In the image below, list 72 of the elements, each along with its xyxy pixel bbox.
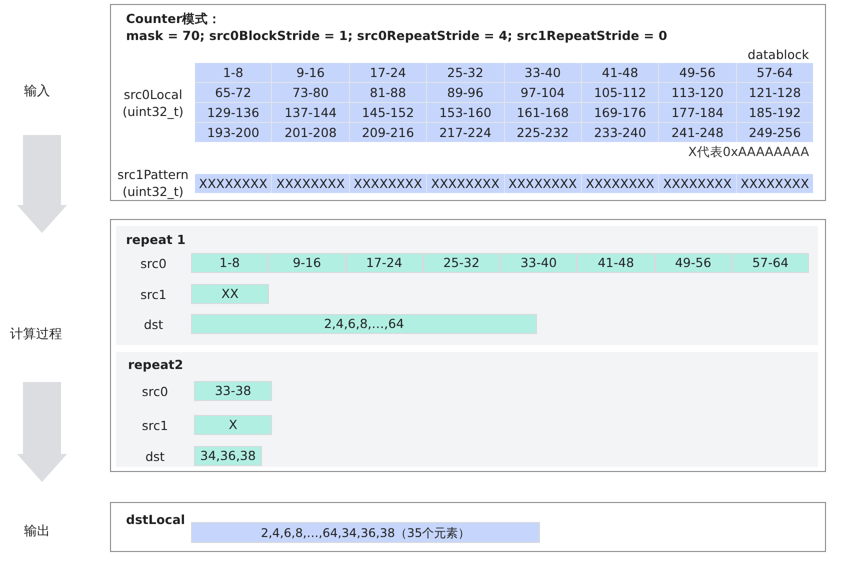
output-title: dstLocal xyxy=(126,511,186,528)
table-cell: 113-120 xyxy=(659,83,736,102)
tensor-label: src0Local (uint32_t) xyxy=(121,86,185,120)
note-text: X代表0xAAAAAAAA xyxy=(687,144,810,160)
table-cell: 137-144 xyxy=(272,103,349,122)
block-cell: 9-16 xyxy=(268,253,346,273)
table-cell: XXXXXXXX xyxy=(504,174,581,192)
stage-label: 计算过程 xyxy=(10,327,62,343)
block-cell: 33-40 xyxy=(500,253,578,273)
table-cell: 129-136 xyxy=(195,103,272,122)
block-cell: 57-64 xyxy=(732,253,809,273)
block-cell: 1-8 xyxy=(191,253,268,273)
table-cell: 41-48 xyxy=(582,63,658,82)
stage-label: 输入 xyxy=(24,84,50,100)
block-cell: 33-38 xyxy=(194,381,272,401)
table-cell: 81-88 xyxy=(350,83,426,102)
result-bar: 2,4,6,8,…,64 xyxy=(191,314,537,334)
block-cell: X xyxy=(194,415,272,435)
repeat-title: repeat 1 xyxy=(125,231,187,248)
table-cell: 89-96 xyxy=(427,83,504,102)
table-cell: 241-248 xyxy=(659,123,736,142)
table-cell: XXXXXXXX xyxy=(736,174,813,192)
table-cell: 57-64 xyxy=(736,63,813,82)
table-cell: 209-216 xyxy=(350,123,426,142)
table-cell: 193-200 xyxy=(195,123,272,142)
block-cell: 25-32 xyxy=(422,253,500,273)
table-cell: 233-240 xyxy=(582,123,658,142)
table-cell: 249-256 xyxy=(736,123,813,142)
block-cell: 17-24 xyxy=(346,253,423,273)
parameter-text: mask = 70; src0BlockStride = 1; src0RepeatStride = 4; src1RepeatStride = 0 xyxy=(125,27,668,44)
table-cell: 217-224 xyxy=(427,123,504,142)
block-cell: 41-48 xyxy=(577,253,654,273)
table-cell: 161-168 xyxy=(504,103,581,122)
table-cell: 25-32 xyxy=(427,63,504,82)
table-cell: XXXXXXXX xyxy=(272,174,349,192)
row-label: src0 xyxy=(140,384,170,398)
table-cell: 177-184 xyxy=(659,103,736,122)
table-cell: 17-24 xyxy=(350,63,426,82)
tensor-label: src1Pattern (uint32_t) xyxy=(116,166,190,200)
table-cell: 225-232 xyxy=(504,123,581,142)
table-cell: 33-40 xyxy=(504,63,581,82)
stage-label: 输出 xyxy=(24,524,50,540)
output-value: 2,4,6,8,…,64,34,36,38（35个元素） xyxy=(191,522,540,543)
table-cell: 49-56 xyxy=(659,63,736,82)
table-cell: XXXXXXXX xyxy=(659,174,736,192)
table-cell: 169-176 xyxy=(582,103,658,122)
mode-title: Counter模式： xyxy=(125,10,222,27)
table-cell: 1-8 xyxy=(195,63,272,82)
table-cell: 9-16 xyxy=(272,63,349,82)
table-cell: 185-192 xyxy=(736,103,813,122)
datablock-label: datablock xyxy=(746,47,810,63)
table-cell: XXXXXXXX xyxy=(350,174,426,192)
table-cell: XXXXXXXX xyxy=(427,174,504,192)
table-cell: 97-104 xyxy=(504,83,581,102)
table-cell: 201-208 xyxy=(272,123,349,142)
repeat-title: repeat2 xyxy=(127,356,184,373)
row-label: src1 xyxy=(140,418,170,432)
row-label: dst xyxy=(144,448,166,464)
table-cell: 121-128 xyxy=(736,83,813,102)
table-cell: 105-112 xyxy=(582,83,658,102)
table-cell: 73-80 xyxy=(272,83,349,102)
table-cell: 65-72 xyxy=(195,83,272,102)
table-cell: XXXXXXXX xyxy=(582,174,658,192)
table-cell: 145-152 xyxy=(350,103,426,122)
block-cell: 49-56 xyxy=(654,253,732,273)
row-label: src0 xyxy=(139,256,168,270)
result-bar: 34,36,38 xyxy=(194,446,262,466)
row-label: dst xyxy=(142,316,164,332)
block-cell: XX xyxy=(191,284,269,304)
row-label: src1 xyxy=(139,286,168,302)
table-cell: XXXXXXXX xyxy=(195,174,272,192)
table-cell: 153-160 xyxy=(427,103,504,122)
